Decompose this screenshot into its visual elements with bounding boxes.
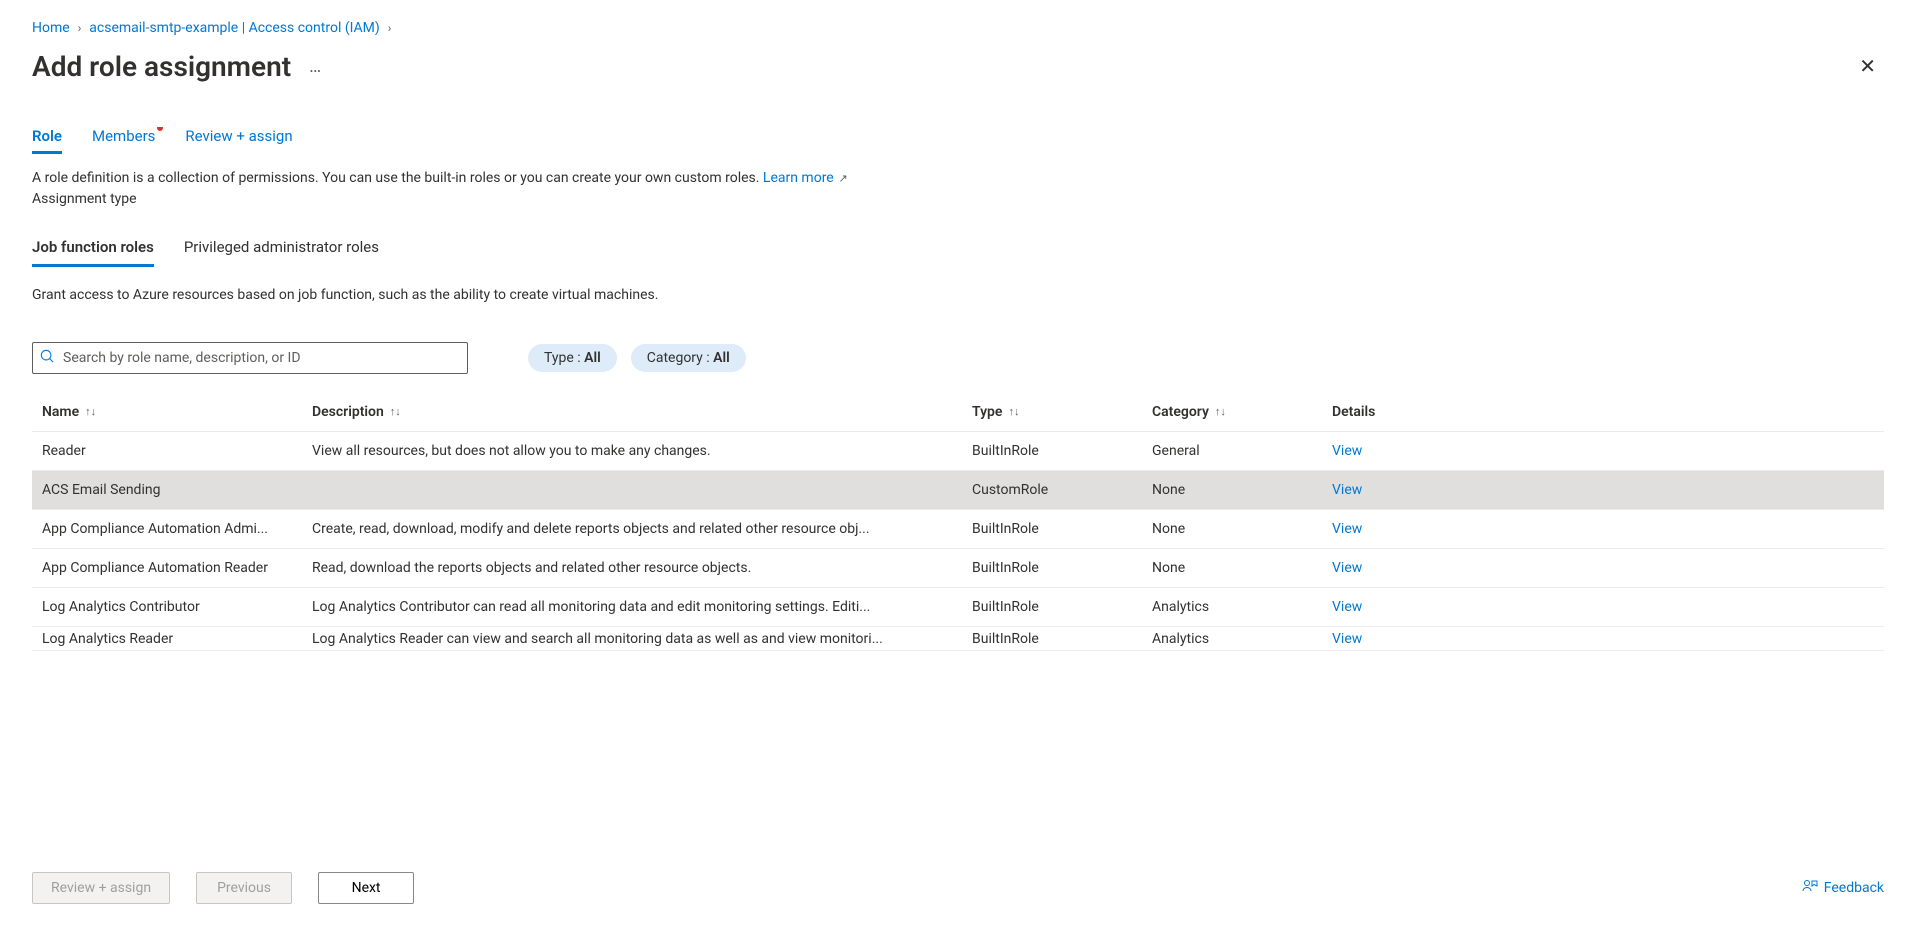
- table-row[interactable]: Log Analytics ContributorLog Analytics C…: [32, 588, 1884, 627]
- view-link[interactable]: View: [1332, 631, 1512, 647]
- col-description[interactable]: Description↑↓: [312, 404, 972, 420]
- filter-type-pill[interactable]: Type : All: [528, 344, 617, 372]
- subtab-privileged-admin[interactable]: Privileged administrator roles: [184, 238, 379, 267]
- cell-category: None: [1152, 521, 1332, 537]
- view-link[interactable]: View: [1332, 560, 1512, 576]
- tab-review-assign[interactable]: Review + assign: [185, 127, 292, 154]
- cell-type: BuiltInRole: [972, 599, 1152, 615]
- cell-description: Create, read, download, modify and delet…: [312, 521, 972, 537]
- breadcrumb: Home › acsemail-smtp-example | Access co…: [32, 20, 1884, 36]
- cell-category: General: [1152, 443, 1332, 459]
- tab-role[interactable]: Role: [32, 127, 62, 154]
- view-link[interactable]: View: [1332, 599, 1512, 615]
- chevron-right-icon: ›: [388, 21, 392, 35]
- more-actions-icon[interactable]: …: [309, 56, 322, 77]
- cell-type: CustomRole: [972, 482, 1152, 498]
- external-link-icon: ↗: [836, 172, 848, 185]
- sort-icon: ↑↓: [390, 405, 401, 418]
- cell-category: Analytics: [1152, 631, 1332, 647]
- assignment-type-label: Assignment type: [32, 189, 1884, 210]
- cell-category: None: [1152, 482, 1332, 498]
- chevron-right-icon: ›: [78, 21, 82, 35]
- cell-type: BuiltInRole: [972, 560, 1152, 576]
- role-type-tabs: Job function roles Privileged administra…: [32, 238, 1884, 267]
- roles-table: Name↑↓ Description↑↓ Type↑↓ Category↑↓ D…: [32, 392, 1884, 651]
- cell-category: Analytics: [1152, 599, 1332, 615]
- cell-name: App Compliance Automation Reader: [42, 560, 312, 576]
- filter-type-value: All: [584, 350, 601, 366]
- page-title: Add role assignment: [32, 50, 291, 83]
- filter-category-value: All: [713, 350, 730, 366]
- breadcrumb-resource[interactable]: acsemail-smtp-example | Access control (…: [89, 20, 379, 36]
- cell-name: ACS Email Sending: [42, 482, 312, 498]
- col-details: Details: [1332, 404, 1512, 420]
- cell-description: Read, download the reports objects and r…: [312, 560, 972, 576]
- cell-type: BuiltInRole: [972, 443, 1152, 459]
- feedback-link[interactable]: Feedback: [1802, 878, 1884, 898]
- col-category[interactable]: Category↑↓: [1152, 404, 1332, 420]
- cell-description: Log Analytics Contributor can read all m…: [312, 599, 972, 615]
- learn-more-link[interactable]: Learn more ↗: [763, 170, 848, 186]
- helper-text: A role definition is a collection of per…: [32, 168, 1884, 189]
- cell-description: Log Analytics Reader can view and search…: [312, 631, 972, 647]
- cell-name: Reader: [42, 443, 312, 459]
- helper-text-body: A role definition is a collection of per…: [32, 170, 763, 186]
- cell-name: App Compliance Automation Admi...: [42, 521, 312, 537]
- table-row[interactable]: ACS Email Sending CustomRoleNoneView: [32, 471, 1884, 510]
- cell-type: BuiltInRole: [972, 521, 1152, 537]
- previous-button: Previous: [196, 872, 292, 904]
- alert-dot-icon: [157, 127, 163, 131]
- main-tabs: Role Members Review + assign: [32, 127, 1884, 154]
- cell-name: Log Analytics Reader: [42, 631, 312, 647]
- view-link[interactable]: View: [1332, 521, 1512, 537]
- sort-icon: ↑↓: [1008, 405, 1019, 418]
- search-icon: [40, 349, 54, 367]
- table-row[interactable]: ReaderView all resources, but does not a…: [32, 432, 1884, 471]
- close-button[interactable]: ✕: [1851, 50, 1884, 83]
- cell-category: None: [1152, 560, 1332, 576]
- col-name[interactable]: Name↑↓: [42, 404, 312, 420]
- feedback-label: Feedback: [1824, 880, 1884, 896]
- col-type[interactable]: Type↑↓: [972, 404, 1152, 420]
- view-link[interactable]: View: [1332, 482, 1512, 498]
- search-input[interactable]: [32, 342, 468, 374]
- review-assign-button: Review + assign: [32, 872, 170, 904]
- table-header: Name↑↓ Description↑↓ Type↑↓ Category↑↓ D…: [32, 392, 1884, 432]
- table-row[interactable]: Log Analytics ReaderLog Analytics Reader…: [32, 627, 1884, 651]
- feedback-icon: [1802, 878, 1818, 898]
- sort-icon: ↑↓: [85, 405, 96, 418]
- sort-icon: ↑↓: [1215, 405, 1226, 418]
- subtab-job-function[interactable]: Job function roles: [32, 238, 154, 267]
- filter-category-pill[interactable]: Category : All: [631, 344, 746, 372]
- breadcrumb-home[interactable]: Home: [32, 20, 70, 36]
- cell-name: Log Analytics Contributor: [42, 599, 312, 615]
- close-icon: ✕: [1859, 56, 1876, 78]
- cell-description: View all resources, but does not allow y…: [312, 443, 972, 459]
- tab-members[interactable]: Members: [92, 127, 155, 154]
- table-row[interactable]: App Compliance Automation ReaderRead, do…: [32, 549, 1884, 588]
- tab-members-label: Members: [92, 127, 155, 145]
- view-link[interactable]: View: [1332, 443, 1512, 459]
- filter-type-label: Type :: [544, 350, 584, 366]
- table-row[interactable]: App Compliance Automation Admi...Create,…: [32, 510, 1884, 549]
- next-button[interactable]: Next: [318, 872, 414, 904]
- cell-type: BuiltInRole: [972, 631, 1152, 647]
- filter-category-label: Category :: [647, 350, 713, 366]
- job-function-description: Grant access to Azure resources based on…: [32, 285, 1884, 306]
